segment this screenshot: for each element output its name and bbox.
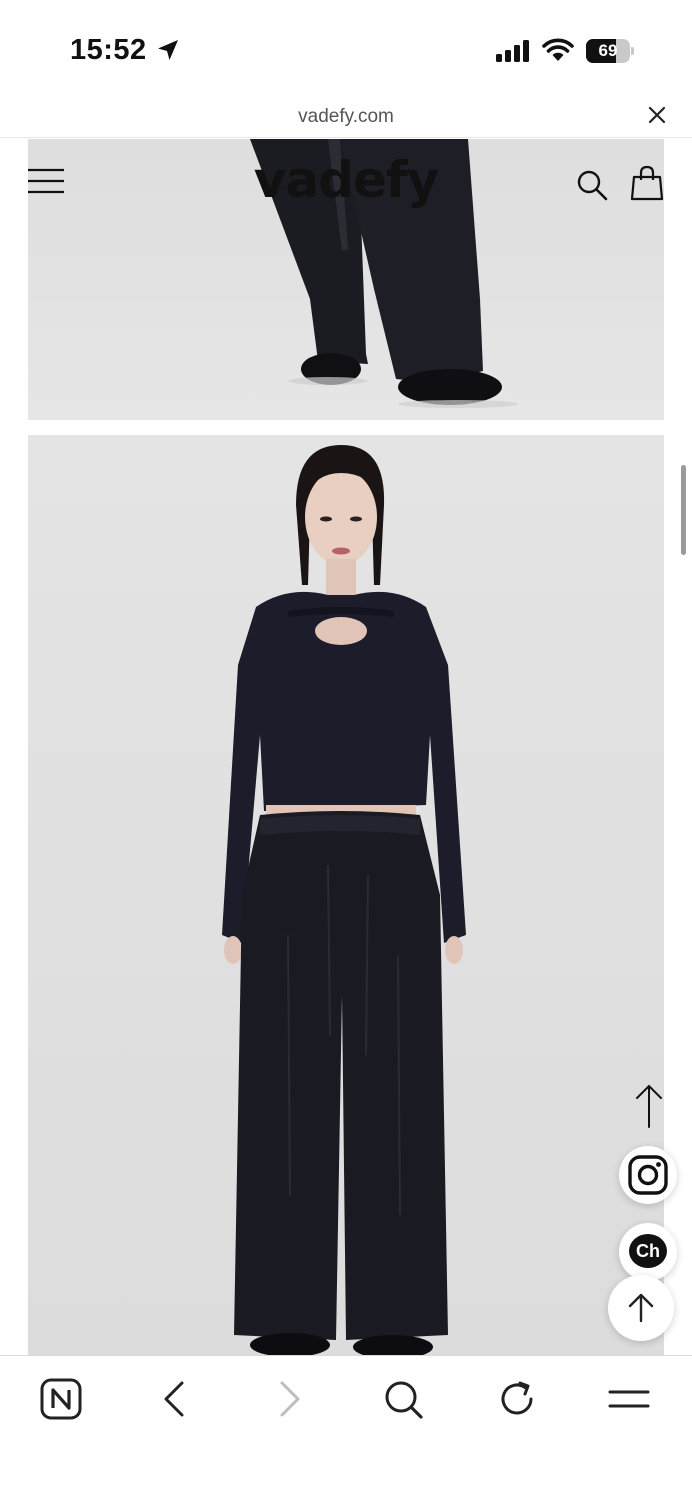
battery-icon: 69 xyxy=(586,39,634,63)
signal-bars-icon xyxy=(496,40,529,62)
status-bar: 15:52 69 xyxy=(0,0,692,96)
instagram-icon xyxy=(628,1155,668,1195)
menu-icon[interactable] xyxy=(606,1376,652,1422)
shopping-bag-icon[interactable] xyxy=(630,165,664,201)
back-to-top-button[interactable] xyxy=(608,1275,674,1341)
status-time: 15:52 xyxy=(70,34,147,66)
battery-cap xyxy=(631,47,634,55)
channel-talk-button[interactable]: Ch xyxy=(619,1223,677,1281)
battery-body: 69 xyxy=(586,39,630,63)
browser-toolbar xyxy=(0,1355,692,1500)
web-content: vadefy Ch xyxy=(0,139,692,1355)
search-icon[interactable] xyxy=(576,169,608,201)
search-icon[interactable] xyxy=(380,1376,426,1422)
scroll-up-arrow-icon[interactable] xyxy=(632,1083,666,1129)
naver-icon[interactable] xyxy=(38,1376,84,1422)
browser-page: 15:52 69 vadefy.com vadefy Ch xyxy=(0,0,692,1500)
channel-label: Ch xyxy=(629,1234,667,1268)
arrow-up-icon xyxy=(628,1293,654,1323)
instagram-button[interactable] xyxy=(619,1146,677,1204)
url-text[interactable]: vadefy.com xyxy=(0,106,692,128)
address-bar[interactable]: vadefy.com xyxy=(0,96,692,138)
site-header: vadefy xyxy=(0,139,692,229)
scrollbar[interactable] xyxy=(681,465,686,555)
product-image xyxy=(222,445,466,1355)
forward-chevron-icon[interactable] xyxy=(266,1376,312,1422)
battery-percent: 69 xyxy=(598,41,618,60)
back-chevron-icon[interactable] xyxy=(152,1376,198,1422)
location-arrow-icon xyxy=(158,40,178,60)
product-photo-model-full[interactable] xyxy=(28,435,664,1355)
wifi-icon xyxy=(542,38,574,61)
reload-icon[interactable] xyxy=(494,1376,540,1422)
close-icon[interactable] xyxy=(644,102,670,128)
